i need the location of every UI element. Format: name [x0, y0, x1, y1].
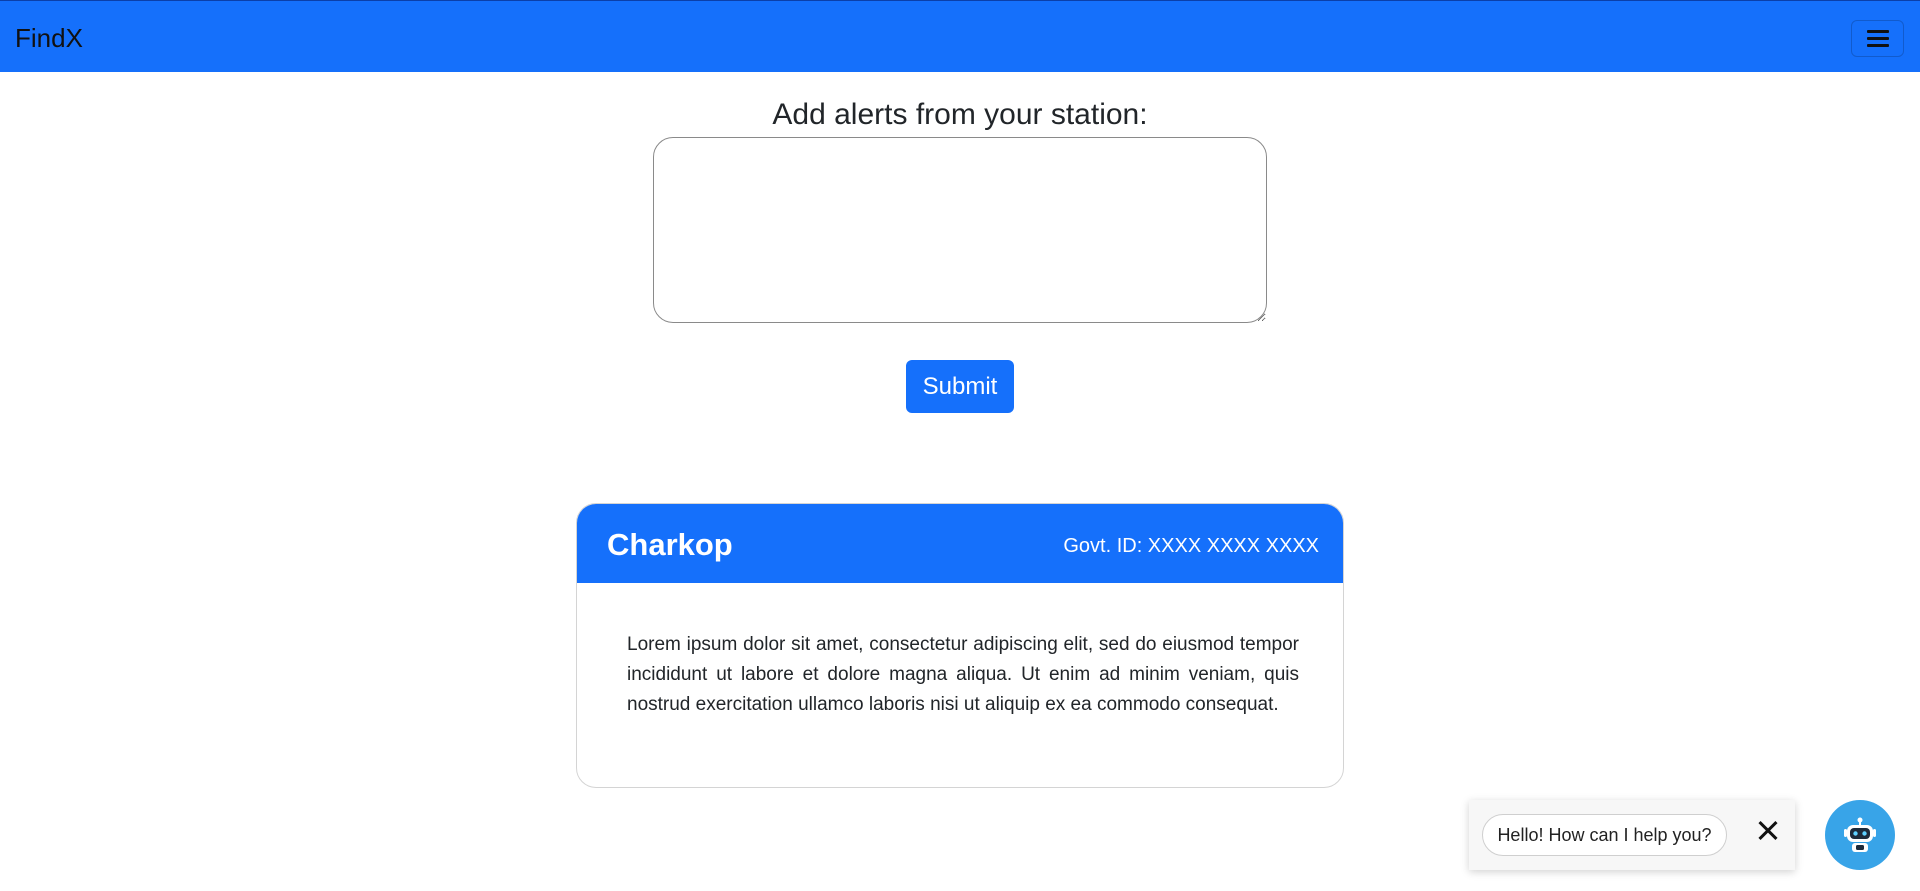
brand-logo[interactable]: FindX — [15, 21, 83, 55]
hamburger-menu-icon — [1867, 30, 1889, 48]
chat-greeting-bubble[interactable]: Hello! How can I help you? — [1482, 814, 1727, 856]
station-name: Charkop — [607, 527, 733, 562]
submit-button[interactable]: Submit — [906, 360, 1014, 413]
close-icon[interactable] — [1755, 818, 1781, 844]
alert-textarea[interactable] — [653, 137, 1267, 323]
navbar: FindX — [0, 0, 1920, 72]
robot-icon — [1844, 817, 1876, 852]
station-card-body: Lorem ipsum dolor sit amet, consectetur … — [627, 634, 1299, 715]
alert-form-heading: Add alerts from your station: — [772, 98, 1148, 131]
chatbot-launcher-button[interactable] — [1825, 800, 1895, 870]
station-card: Charkop Govt. ID: XXXX XXXX XXXX Lorem i… — [576, 503, 1344, 788]
chat-popup: Hello! How can I help you? — [1469, 800, 1795, 870]
menu-toggle-button[interactable] — [1851, 20, 1904, 57]
government-id: Govt. ID: XXXX XXXX XXXX — [1063, 535, 1319, 557]
station-card-header: Charkop Govt. ID: XXXX XXXX XXXX — [577, 504, 1343, 583]
